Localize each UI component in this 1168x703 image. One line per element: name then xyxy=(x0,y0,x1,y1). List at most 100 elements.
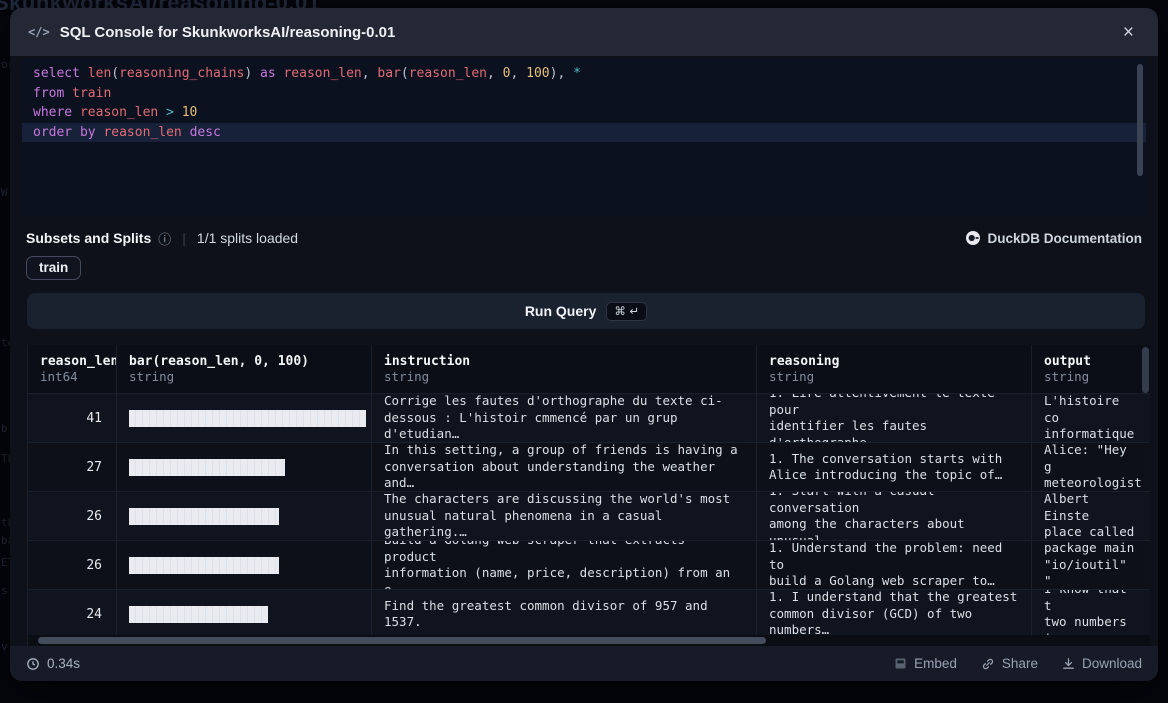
code-token: by xyxy=(80,125,96,140)
code-token xyxy=(158,105,166,120)
modal-footer: 0.34s Embed Share xyxy=(10,646,1158,681)
duckdb-documentation-link[interactable]: DuckDB Documentation xyxy=(965,230,1142,246)
download-label: Download xyxy=(1082,656,1142,671)
bar-chart-fill xyxy=(129,606,268,623)
column-type: string xyxy=(129,369,359,384)
split-chip-train[interactable]: train xyxy=(26,256,81,280)
bar-chart-fill xyxy=(129,557,279,574)
cell-bar xyxy=(116,590,371,638)
embed-button[interactable]: Embed xyxy=(894,656,957,671)
code-token: * xyxy=(573,66,581,81)
splits-loaded-status: 1/1 splits loaded xyxy=(197,230,298,246)
cell-bar xyxy=(116,443,371,491)
close-icon[interactable]: × xyxy=(1117,21,1140,44)
share-button[interactable]: Share xyxy=(981,656,1038,671)
code-token: > xyxy=(166,105,174,120)
cell-reasoning: 1. Start with a casual conversation amon… xyxy=(756,492,1031,540)
cell-reason-len: 27 xyxy=(28,443,116,491)
duckdb-documentation-label: DuckDB Documentation xyxy=(987,231,1142,246)
cell-reason-len: 26 xyxy=(28,541,116,589)
cell-instruction: Build a Golang web scraper that extracts… xyxy=(371,541,756,589)
table-horizontal-scrollbar-track xyxy=(28,635,1150,646)
editor-scrollbar[interactable] xyxy=(1137,64,1143,176)
code-token: bar xyxy=(377,66,400,81)
cell-reasoning: 1. Lire attentivement le texte pour iden… xyxy=(756,394,1031,442)
modal-header: </> SQL Console for SkunkworksAI/reasoni… xyxy=(10,8,1158,56)
code-token: ), xyxy=(550,66,573,81)
bar-chart-fill xyxy=(129,410,366,427)
column-type: int64 xyxy=(40,369,104,384)
code-line[interactable]: where reason_len > 10 xyxy=(22,103,1146,123)
cell-instruction: Find the greatest common divisor of 957 … xyxy=(371,590,756,638)
modal-title: SQL Console for SkunkworksAI/reasoning-0… xyxy=(60,24,396,41)
column-header-instruction: instructionstring xyxy=(371,345,756,393)
table-header-row: reason_lenint64bar(reason_len, 0, 100)st… xyxy=(28,345,1150,393)
code-token: reason_len xyxy=(283,66,361,81)
code-token xyxy=(72,105,80,120)
code-token xyxy=(72,125,80,140)
code-token: 100 xyxy=(526,66,549,81)
table-horizontal-scrollbar[interactable] xyxy=(38,637,766,644)
cell-instruction: The characters are discussing the world'… xyxy=(371,492,756,540)
sql-console-modal: </> SQL Console for SkunkworksAI/reasoni… xyxy=(10,8,1158,681)
bar-chart-fill xyxy=(129,459,285,476)
table-vertical-scrollbar[interactable] xyxy=(1142,347,1149,393)
sql-editor[interactable]: select len(reasoning_chains) as reason_l… xyxy=(22,58,1146,216)
table-row: 24Find the greatest common divisor of 95… xyxy=(28,589,1150,638)
column-type: string xyxy=(1044,369,1138,384)
cell-output: I know that t two numbers i xyxy=(1031,590,1150,638)
code-token: ) xyxy=(244,66,260,81)
code-token: reason_len xyxy=(80,105,158,120)
column-type: string xyxy=(384,369,744,384)
code-token: train xyxy=(72,86,111,101)
cell-bar xyxy=(116,541,371,589)
run-query-button[interactable]: Run Query ⌘ ↵ xyxy=(27,293,1145,329)
split-chips-row: train xyxy=(26,256,81,280)
run-query-label: Run Query xyxy=(525,303,597,319)
column-header-reason-len: reason_lenint64 xyxy=(28,345,116,393)
code-token: reason_len xyxy=(409,66,487,81)
code-token xyxy=(80,66,88,81)
download-icon xyxy=(1062,657,1075,670)
code-token: desc xyxy=(190,125,221,140)
table-row: 41Corrige les fautes d'orthographe du te… xyxy=(28,393,1150,442)
table-row: 26 The characters are discussing the worl… xyxy=(28,491,1150,540)
cell-output: Albert Einste place called xyxy=(1031,492,1150,540)
code-token: reason_len xyxy=(103,125,181,140)
column-name: instruction xyxy=(384,354,744,369)
keyboard-shortcut-badge: ⌘ ↵ xyxy=(606,302,647,321)
code-token: 10 xyxy=(182,105,198,120)
duckdb-logo-icon xyxy=(965,230,981,246)
code-line[interactable]: select len(reasoning_chains) as reason_l… xyxy=(22,64,1146,84)
code-token: from xyxy=(33,86,64,101)
code-token: select xyxy=(33,66,80,81)
code-token: order xyxy=(33,125,72,140)
subsets-splits-label: Subsets and Splits xyxy=(26,230,151,246)
code-token: as xyxy=(260,66,276,81)
info-icon[interactable]: ⓘ xyxy=(158,229,171,248)
cell-reasoning: 1. Understand the problem: need to build… xyxy=(756,541,1031,589)
background-text-fragment: W xyxy=(1,186,8,199)
code-line[interactable]: from train xyxy=(22,84,1146,104)
column-name: reasoning xyxy=(769,354,1019,369)
background-text-fragment: v xyxy=(1,640,8,653)
column-header-reasoning: reasoningstring xyxy=(756,345,1031,393)
column-name: reason_len xyxy=(40,354,104,369)
cell-reasoning: 1. The conversation starts with Alice in… xyxy=(756,443,1031,491)
code-line[interactable]: order by reason_len desc xyxy=(22,123,1146,143)
code-token: , xyxy=(362,66,378,81)
code-token: where xyxy=(33,105,72,120)
column-type: string xyxy=(769,369,1019,384)
cell-output: package main "io/ioutil" " xyxy=(1031,541,1150,589)
cell-instruction: Corrige les fautes d'orthographe du text… xyxy=(371,394,756,442)
execution-time-value: 0.34s xyxy=(47,656,80,671)
code-token: reasoning_chains xyxy=(119,66,244,81)
download-button[interactable]: Download xyxy=(1062,656,1142,671)
table-body: 41Corrige les fautes d'orthographe du te… xyxy=(28,393,1150,638)
cell-reason-len: 26 xyxy=(28,492,116,540)
table-row: 27In this setting, a group of friends is… xyxy=(28,442,1150,491)
share-label: Share xyxy=(1002,656,1038,671)
bar-chart-fill xyxy=(129,508,279,525)
cell-reasoning: 1. I understand that the greatest common… xyxy=(756,590,1031,638)
code-token: len xyxy=(88,66,111,81)
